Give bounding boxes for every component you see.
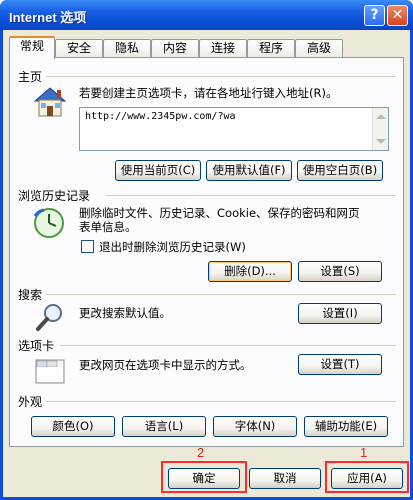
help-button[interactable]: ? — [364, 5, 385, 26]
tab-connections[interactable]: 连接 — [199, 39, 247, 58]
history-description-line1: 删除临时文件、历史记录、Cookie、保存的密码和网页 — [79, 206, 360, 220]
close-button[interactable]: ✕ — [387, 5, 408, 26]
tabs-settings-button[interactable]: 设置(T) — [298, 354, 382, 375]
search-settings-button[interactable]: 设置(I) — [298, 303, 382, 324]
annotation-number-2: 2 — [197, 445, 205, 460]
homepage-url-textarea[interactable]: http://www.2345pw.com/?wa — [79, 107, 389, 151]
homepage-heading: 主页 — [18, 70, 43, 84]
delete-history-button[interactable]: 删除(D)... — [208, 261, 292, 282]
languages-button[interactable]: 语言(L) — [122, 416, 206, 437]
home-icon — [33, 87, 67, 117]
delete-on-exit-label[interactable]: 退出时删除浏览历史记录(W) — [99, 240, 246, 254]
history-heading: 浏览历史记录 — [18, 189, 91, 203]
search-magnifier-icon — [36, 304, 62, 331]
fonts-button[interactable]: 字体(N) — [213, 416, 297, 437]
cancel-button[interactable]: 取消 — [249, 468, 321, 489]
homepage-description: 若要创建主页选项卡，请在各地址行键入地址(R)。 — [79, 86, 338, 100]
tabs-heading: 选项卡 — [18, 339, 55, 353]
homepage-divider — [46, 76, 396, 77]
title-bar[interactable]: Internet 选项 ? ✕ — [0, 0, 413, 30]
tabs-description: 更改网页在选项卡中显示的方式。 — [79, 358, 252, 372]
history-clock-icon — [33, 208, 64, 238]
window-title: Internet 选项 — [9, 10, 87, 25]
tab-security[interactable]: 安全 — [55, 39, 103, 58]
delete-on-exit-checkbox[interactable] — [81, 240, 94, 253]
use-blank-button[interactable]: 使用空白页(B) — [297, 160, 383, 181]
dialog-client: 常规 安全 隐私 内容 连接 程序 高级 主页 若要创建主页选项卡，请在各地址行… — [3, 30, 410, 497]
use-current-button[interactable]: 使用当前页(C) — [115, 160, 201, 181]
homepage-url-value: http://www.2345pw.com/?wa — [85, 111, 236, 122]
annotation-number-1: 1 — [360, 445, 368, 460]
tab-content[interactable]: 内容 — [151, 39, 199, 58]
history-divider — [106, 195, 396, 196]
internet-options-window: Internet 选项 ? ✕ 常规 安全 隐私 内容 连接 程序 高级 主页 — [0, 0, 413, 500]
tab-advanced[interactable]: 高级 — [295, 39, 343, 58]
search-description: 更改搜索默认值。 — [79, 306, 171, 320]
annotation-box-apply — [325, 461, 409, 493]
accessibility-button[interactable]: 辅助功能(E) — [304, 416, 388, 437]
appearance-divider — [46, 401, 396, 402]
search-divider — [46, 294, 396, 295]
tabbed-window-icon — [35, 359, 65, 384]
annotation-box-ok — [161, 461, 247, 493]
tab-general[interactable]: 常规 — [9, 36, 55, 59]
textarea-scrollbar[interactable] — [372, 108, 388, 150]
tab-privacy[interactable]: 隐私 — [103, 39, 151, 58]
tab-programs[interactable]: 程序 — [247, 39, 295, 58]
scroll-up-icon[interactable] — [376, 114, 386, 119]
use-default-button[interactable]: 使用默认值(F) — [206, 160, 292, 181]
history-description-line2: 表单信息。 — [79, 220, 137, 234]
history-settings-button[interactable]: 设置(S) — [298, 261, 382, 282]
general-tab-panel: 主页 若要创建主页选项卡，请在各地址行键入地址(R)。 http://www.2… — [9, 57, 404, 447]
tabs-divider — [60, 345, 396, 346]
appearance-heading: 外观 — [18, 395, 43, 409]
colors-button[interactable]: 颜色(O) — [31, 416, 115, 437]
scroll-down-icon[interactable] — [376, 139, 386, 144]
